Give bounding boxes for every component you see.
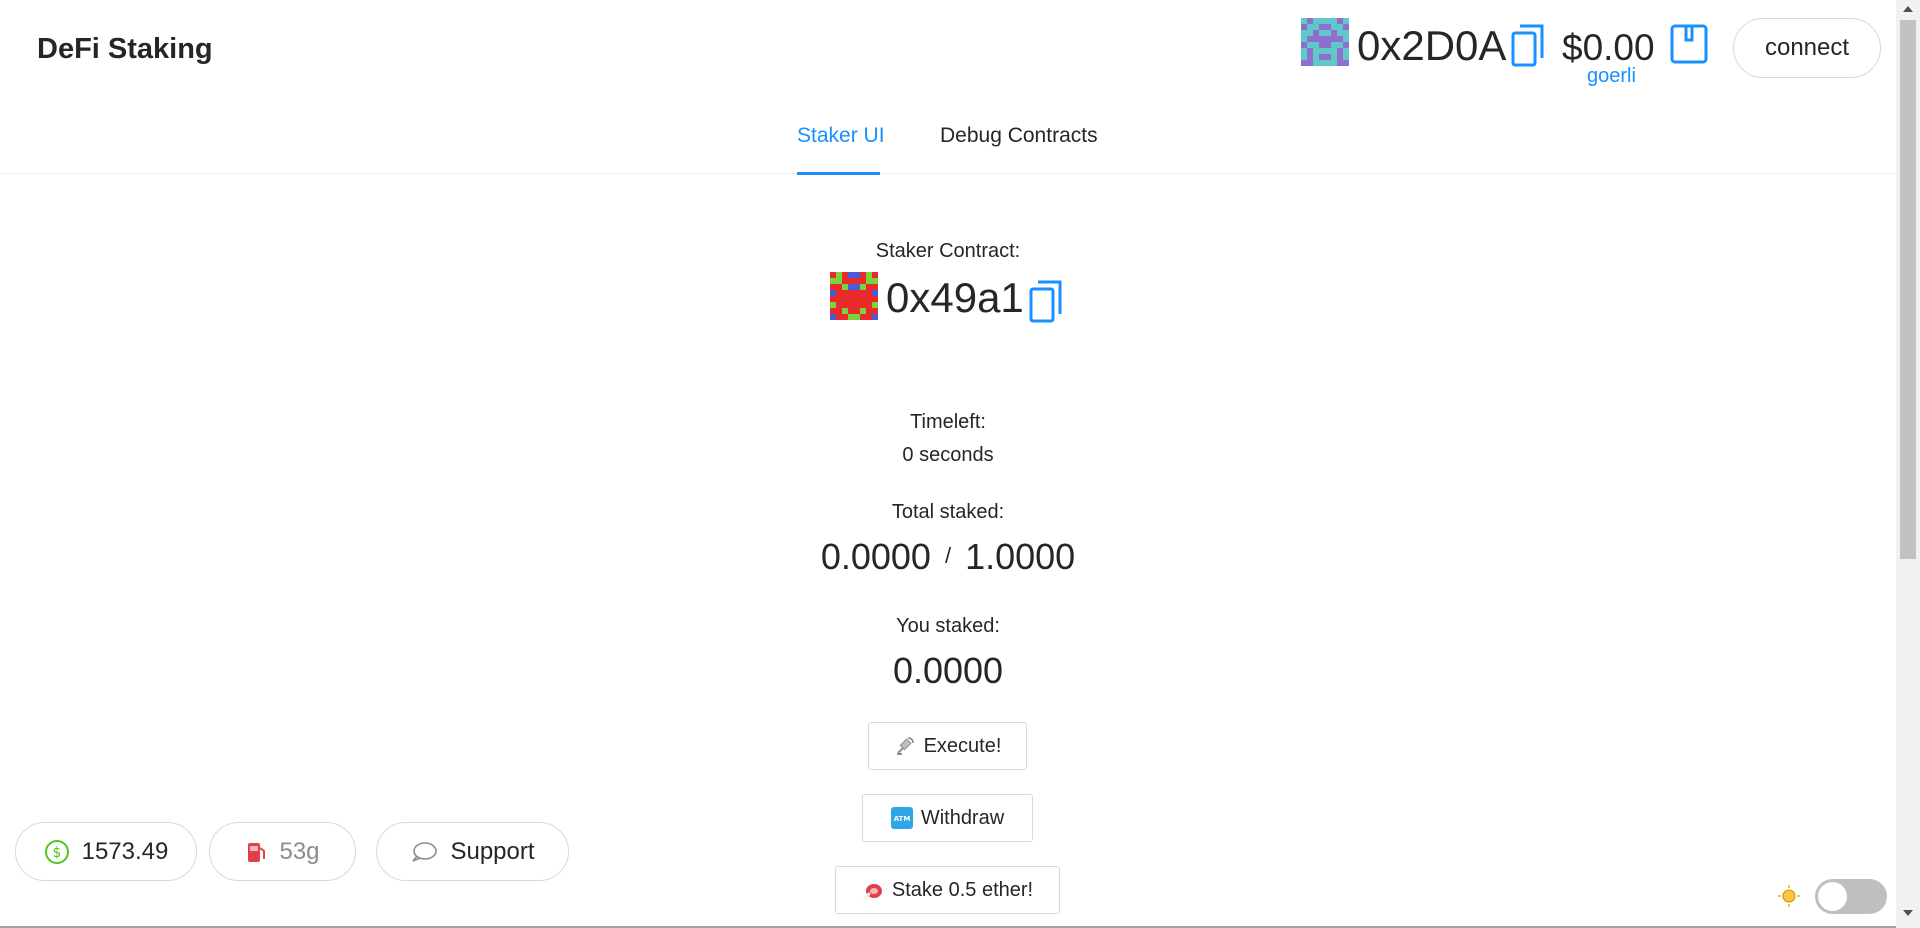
- you-staked-label: You staked:: [896, 615, 1000, 637]
- svg-text:ATM: ATM: [894, 815, 911, 823]
- timeleft-label: Timeleft:: [910, 411, 986, 433]
- timeleft-value: 0 seconds: [902, 444, 994, 466]
- fuel-pump-icon: [248, 842, 266, 862]
- main-tabs: Staker UI Debug Contracts: [0, 120, 1896, 175]
- copy-icon[interactable]: [1028, 280, 1062, 324]
- account-balance: $0.00: [1562, 27, 1655, 68]
- stake-button[interactable]: Stake 0.5 ether!: [835, 866, 1060, 914]
- total-staked-ratio: 0.0000 / 1.0000: [0, 536, 1896, 578]
- stake-button-label: Stake 0.5 ether!: [891, 878, 1034, 901]
- execute-button[interactable]: Execute!: [868, 722, 1027, 770]
- withdraw-button-label: Withdraw: [920, 806, 1005, 829]
- app-viewport: DeFi Staking 0x2D0A $0.00 goerli connect…: [0, 0, 1896, 928]
- scroll-thumb[interactable]: [1900, 20, 1916, 559]
- withdraw-button[interactable]: ATM Withdraw: [862, 794, 1033, 842]
- steak-icon: [863, 884, 882, 900]
- copy-icon[interactable]: [1510, 24, 1544, 68]
- contract-blockie-avatar: [830, 272, 878, 320]
- theme-toggle-knob: [1818, 882, 1847, 911]
- theme-toggle[interactable]: [1815, 879, 1887, 914]
- svg-text:$: $: [52, 845, 61, 861]
- app-brand: DeFi Staking: [37, 33, 213, 65]
- page-scrollbar[interactable]: [1896, 0, 1920, 928]
- eth-price-value: 1573.49: [81, 837, 169, 865]
- tab-debug-contracts[interactable]: Debug Contracts: [940, 124, 1098, 148]
- atm-icon: ATM: [890, 807, 913, 829]
- gas-price-value: 53g: [279, 837, 320, 865]
- network-label: goerli: [1587, 65, 1636, 87]
- staker-contract-label: Staker Contract:: [875, 240, 1021, 262]
- staking-threshold-value: 1.0000: [965, 536, 1076, 577]
- eth-price-button[interactable]: $ 1573.49: [15, 822, 197, 881]
- support-button[interactable]: Support: [376, 822, 569, 881]
- wallet-icon[interactable]: [1670, 24, 1708, 64]
- execute-button-label: Execute!: [923, 734, 1002, 757]
- active-tab-indicator: [797, 172, 880, 175]
- gas-price-button[interactable]: 53g: [209, 822, 356, 881]
- connect-button[interactable]: connect: [1733, 18, 1881, 78]
- account-address: 0x2D0A: [1357, 22, 1507, 69]
- staker-contract-address: 0x49a1: [886, 274, 1024, 321]
- sun-icon: [1778, 885, 1800, 907]
- comment-icon: [412, 841, 438, 862]
- tab-staker-ui[interactable]: Staker UI: [797, 124, 885, 148]
- satellite-icon: [896, 737, 914, 755]
- you-staked-value: 0.0000: [892, 650, 1004, 691]
- support-label: Support: [450, 837, 535, 865]
- total-staked-label: Total staked:: [891, 501, 1005, 523]
- total-staked-value: 0.0000: [820, 536, 931, 577]
- dollar-circle-icon: $: [44, 839, 69, 864]
- scroll-down-arrow[interactable]: [1903, 910, 1913, 916]
- scroll-up-arrow[interactable]: [1903, 6, 1913, 12]
- account-blockie-avatar: [1301, 18, 1349, 66]
- ratio-separator: /: [944, 543, 952, 568]
